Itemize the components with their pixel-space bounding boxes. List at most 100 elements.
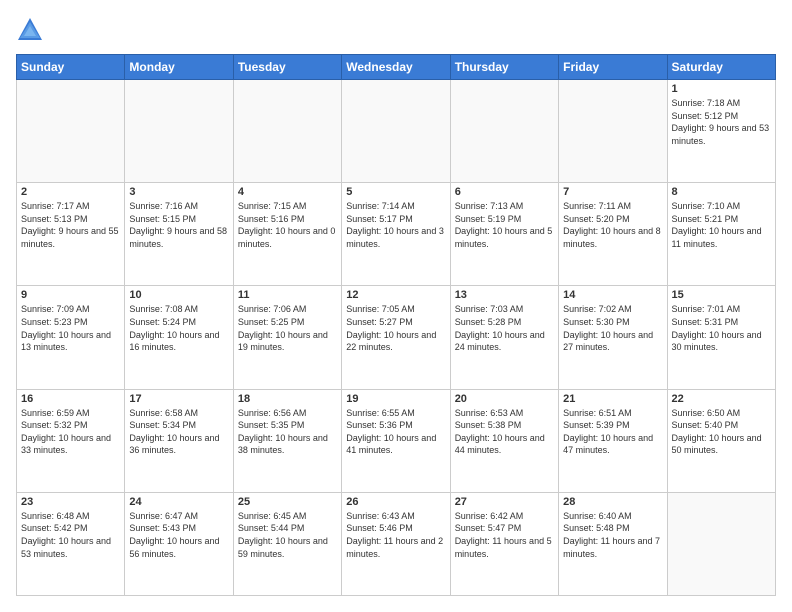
day-info: Sunrise: 7:11 AM Sunset: 5:20 PM Dayligh…	[563, 200, 662, 250]
day-number: 18	[238, 393, 337, 405]
day-info: Sunrise: 6:48 AM Sunset: 5:42 PM Dayligh…	[21, 510, 120, 560]
day-info: Sunrise: 6:47 AM Sunset: 5:43 PM Dayligh…	[129, 510, 228, 560]
day-info: Sunrise: 7:06 AM Sunset: 5:25 PM Dayligh…	[238, 303, 337, 353]
weekday-header-row: SundayMondayTuesdayWednesdayThursdayFrid…	[17, 55, 776, 80]
day-number: 10	[129, 289, 228, 301]
day-number: 19	[346, 393, 445, 405]
day-number: 24	[129, 496, 228, 508]
calendar-cell: 19 Sunrise: 6:55 AM Sunset: 5:36 PM Dayli…	[342, 389, 450, 492]
day-number: 9	[21, 289, 120, 301]
day-info: Sunrise: 7:16 AM Sunset: 5:15 PM Dayligh…	[129, 200, 228, 250]
day-number: 13	[455, 289, 554, 301]
day-info: Sunrise: 6:51 AM Sunset: 5:39 PM Dayligh…	[563, 407, 662, 457]
week-row-4: 16 Sunrise: 6:59 AM Sunset: 5:32 PM Dayli…	[17, 389, 776, 492]
calendar-cell: 10 Sunrise: 7:08 AM Sunset: 5:24 PM Dayli…	[125, 286, 233, 389]
logo-icon	[16, 16, 44, 44]
calendar-cell: 21 Sunrise: 6:51 AM Sunset: 5:39 PM Dayli…	[559, 389, 667, 492]
day-info: Sunrise: 7:13 AM Sunset: 5:19 PM Dayligh…	[455, 200, 554, 250]
day-info: Sunrise: 7:14 AM Sunset: 5:17 PM Dayligh…	[346, 200, 445, 250]
day-number: 4	[238, 186, 337, 198]
calendar-cell	[342, 80, 450, 183]
day-number: 2	[21, 186, 120, 198]
calendar-cell: 22 Sunrise: 6:50 AM Sunset: 5:40 PM Dayli…	[667, 389, 775, 492]
week-row-1: 1 Sunrise: 7:18 AM Sunset: 5:12 PM Daylig…	[17, 80, 776, 183]
day-number: 8	[672, 186, 771, 198]
day-number: 27	[455, 496, 554, 508]
weekday-header-sunday: Sunday	[17, 55, 125, 80]
weekday-header-saturday: Saturday	[667, 55, 775, 80]
day-info: Sunrise: 6:42 AM Sunset: 5:47 PM Dayligh…	[455, 510, 554, 560]
day-number: 11	[238, 289, 337, 301]
day-number: 20	[455, 393, 554, 405]
calendar-cell: 15 Sunrise: 7:01 AM Sunset: 5:31 PM Dayli…	[667, 286, 775, 389]
calendar-cell: 2Sunrise: 7:17 AM Sunset: 5:13 PM Daylig…	[17, 183, 125, 286]
calendar-cell: 20 Sunrise: 6:53 AM Sunset: 5:38 PM Dayli…	[450, 389, 558, 492]
calendar-cell: 5 Sunrise: 7:14 AM Sunset: 5:17 PM Daylig…	[342, 183, 450, 286]
calendar-cell	[125, 80, 233, 183]
weekday-header-friday: Friday	[559, 55, 667, 80]
calendar-cell: 24 Sunrise: 6:47 AM Sunset: 5:43 PM Dayli…	[125, 492, 233, 595]
day-info: Sunrise: 6:59 AM Sunset: 5:32 PM Dayligh…	[21, 407, 120, 457]
calendar-cell: 14Sunrise: 7:02 AM Sunset: 5:30 PM Dayli…	[559, 286, 667, 389]
calendar-cell	[667, 492, 775, 595]
day-info: Sunrise: 7:18 AM Sunset: 5:12 PM Dayligh…	[672, 97, 771, 147]
day-number: 17	[129, 393, 228, 405]
calendar-cell: 23 Sunrise: 6:48 AM Sunset: 5:42 PM Dayli…	[17, 492, 125, 595]
calendar-cell: 1 Sunrise: 7:18 AM Sunset: 5:12 PM Daylig…	[667, 80, 775, 183]
day-number: 22	[672, 393, 771, 405]
calendar-cell: 12 Sunrise: 7:05 AM Sunset: 5:27 PM Dayli…	[342, 286, 450, 389]
calendar-cell: 17 Sunrise: 6:58 AM Sunset: 5:34 PM Dayli…	[125, 389, 233, 492]
day-info: Sunrise: 6:53 AM Sunset: 5:38 PM Dayligh…	[455, 407, 554, 457]
day-number: 28	[563, 496, 662, 508]
calendar-cell	[559, 80, 667, 183]
day-number: 6	[455, 186, 554, 198]
weekday-header-tuesday: Tuesday	[233, 55, 341, 80]
week-row-2: 2Sunrise: 7:17 AM Sunset: 5:13 PM Daylig…	[17, 183, 776, 286]
day-number: 5	[346, 186, 445, 198]
calendar-cell: 27 Sunrise: 6:42 AM Sunset: 5:47 PM Dayli…	[450, 492, 558, 595]
calendar-cell: 16 Sunrise: 6:59 AM Sunset: 5:32 PM Dayli…	[17, 389, 125, 492]
calendar-cell: 7 Sunrise: 7:11 AM Sunset: 5:20 PM Daylig…	[559, 183, 667, 286]
day-number: 23	[21, 496, 120, 508]
day-info: Sunrise: 7:01 AM Sunset: 5:31 PM Dayligh…	[672, 303, 771, 353]
calendar-cell: 13 Sunrise: 7:03 AM Sunset: 5:28 PM Dayli…	[450, 286, 558, 389]
calendar-cell	[450, 80, 558, 183]
day-number: 3	[129, 186, 228, 198]
day-info: Sunrise: 7:15 AM Sunset: 5:16 PM Dayligh…	[238, 200, 337, 250]
calendar-cell: 18Sunrise: 6:56 AM Sunset: 5:35 PM Dayli…	[233, 389, 341, 492]
day-number: 15	[672, 289, 771, 301]
day-info: Sunrise: 7:05 AM Sunset: 5:27 PM Dayligh…	[346, 303, 445, 353]
day-number: 16	[21, 393, 120, 405]
day-number: 7	[563, 186, 662, 198]
day-number: 21	[563, 393, 662, 405]
calendar-page: SundayMondayTuesdayWednesdayThursdayFrid…	[0, 0, 792, 612]
day-info: Sunrise: 6:40 AM Sunset: 5:48 PM Dayligh…	[563, 510, 662, 560]
calendar-cell: 28 Sunrise: 6:40 AM Sunset: 5:48 PM Dayli…	[559, 492, 667, 595]
day-info: Sunrise: 7:08 AM Sunset: 5:24 PM Dayligh…	[129, 303, 228, 353]
day-number: 12	[346, 289, 445, 301]
calendar-table: SundayMondayTuesdayWednesdayThursdayFrid…	[16, 54, 776, 596]
day-info: Sunrise: 7:09 AM Sunset: 5:23 PM Dayligh…	[21, 303, 120, 353]
day-number: 26	[346, 496, 445, 508]
weekday-header-wednesday: Wednesday	[342, 55, 450, 80]
weekday-header-monday: Monday	[125, 55, 233, 80]
day-info: Sunrise: 7:03 AM Sunset: 5:28 PM Dayligh…	[455, 303, 554, 353]
day-info: Sunrise: 7:02 AM Sunset: 5:30 PM Dayligh…	[563, 303, 662, 353]
day-info: Sunrise: 7:10 AM Sunset: 5:21 PM Dayligh…	[672, 200, 771, 250]
calendar-cell	[233, 80, 341, 183]
calendar-cell: 9 Sunrise: 7:09 AM Sunset: 5:23 PM Daylig…	[17, 286, 125, 389]
weekday-header-thursday: Thursday	[450, 55, 558, 80]
calendar-cell	[17, 80, 125, 183]
day-info: Sunrise: 6:45 AM Sunset: 5:44 PM Dayligh…	[238, 510, 337, 560]
day-info: Sunrise: 6:50 AM Sunset: 5:40 PM Dayligh…	[672, 407, 771, 457]
calendar-cell: 11 Sunrise: 7:06 AM Sunset: 5:25 PM Dayli…	[233, 286, 341, 389]
day-info: Sunrise: 6:55 AM Sunset: 5:36 PM Dayligh…	[346, 407, 445, 457]
calendar-cell: 25Sunrise: 6:45 AM Sunset: 5:44 PM Dayli…	[233, 492, 341, 595]
calendar-cell: 3 Sunrise: 7:16 AM Sunset: 5:15 PM Daylig…	[125, 183, 233, 286]
calendar-cell: 8 Sunrise: 7:10 AM Sunset: 5:21 PM Daylig…	[667, 183, 775, 286]
week-row-3: 9 Sunrise: 7:09 AM Sunset: 5:23 PM Daylig…	[17, 286, 776, 389]
calendar-cell: 26Sunrise: 6:43 AM Sunset: 5:46 PM Dayli…	[342, 492, 450, 595]
day-number: 1	[672, 83, 771, 95]
header	[16, 16, 776, 44]
day-info: Sunrise: 6:58 AM Sunset: 5:34 PM Dayligh…	[129, 407, 228, 457]
